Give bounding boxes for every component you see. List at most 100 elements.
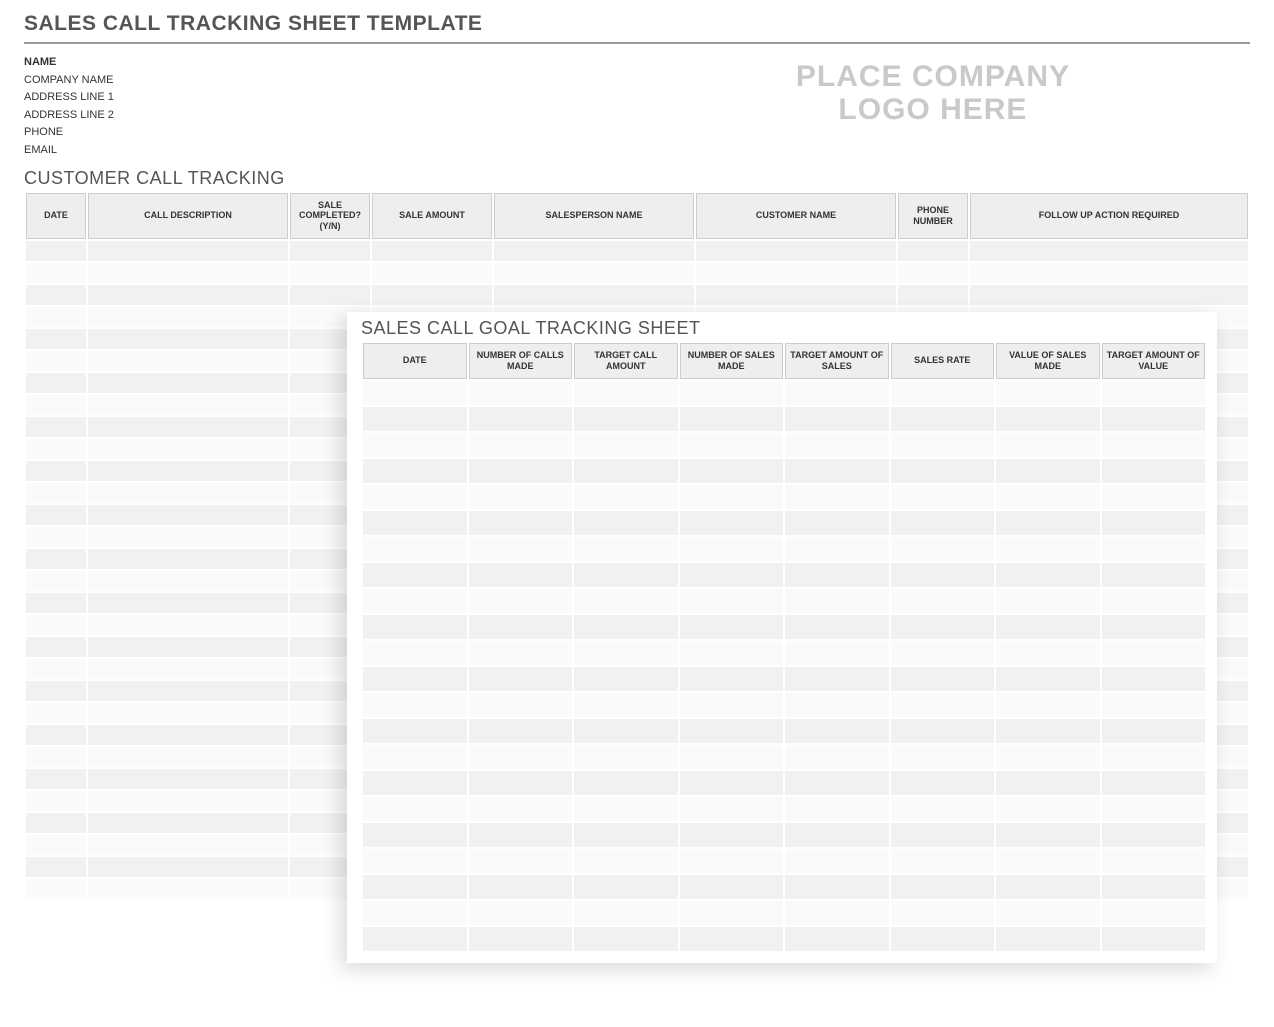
table-cell[interactable] (891, 693, 995, 717)
table-cell[interactable] (996, 693, 1100, 717)
table-cell[interactable] (1102, 589, 1206, 613)
table-cell[interactable] (88, 791, 288, 811)
table-cell[interactable] (88, 549, 288, 569)
table-cell[interactable] (1102, 719, 1206, 743)
table-cell[interactable] (469, 771, 573, 795)
table-cell[interactable] (88, 373, 288, 393)
table-cell[interactable] (785, 563, 889, 587)
table-cell[interactable] (363, 693, 467, 717)
table-cell[interactable] (88, 637, 288, 657)
table-cell[interactable] (1102, 537, 1206, 561)
table-cell[interactable] (785, 849, 889, 873)
table-cell[interactable] (363, 459, 467, 483)
table-cell[interactable] (680, 511, 784, 535)
table-cell[interactable] (26, 571, 86, 591)
table-cell[interactable] (785, 433, 889, 457)
table-cell[interactable] (469, 693, 573, 717)
table-cell[interactable] (469, 537, 573, 561)
table-cell[interactable] (970, 263, 1248, 283)
table-cell[interactable] (574, 771, 678, 795)
table-cell[interactable] (26, 439, 86, 459)
table-cell[interactable] (26, 659, 86, 679)
table-cell[interactable] (469, 745, 573, 769)
table-cell[interactable] (88, 461, 288, 481)
table-cell[interactable] (785, 719, 889, 743)
table-cell[interactable] (785, 693, 889, 717)
table-cell[interactable] (891, 849, 995, 873)
table-cell[interactable] (680, 875, 784, 899)
table-cell[interactable] (469, 381, 573, 405)
table-cell[interactable] (996, 459, 1100, 483)
table-cell[interactable] (1102, 771, 1206, 795)
table-cell[interactable] (363, 407, 467, 431)
table-cell[interactable] (996, 615, 1100, 639)
table-cell[interactable] (1102, 901, 1206, 925)
table-cell[interactable] (785, 875, 889, 899)
table-cell[interactable] (363, 511, 467, 535)
table-cell[interactable] (1102, 797, 1206, 821)
table-cell[interactable] (891, 459, 995, 483)
table-cell[interactable] (469, 641, 573, 665)
table-cell[interactable] (680, 537, 784, 561)
table-cell[interactable] (898, 241, 968, 261)
table-cell[interactable] (363, 927, 467, 951)
table-cell[interactable] (785, 771, 889, 795)
table-cell[interactable] (785, 381, 889, 405)
table-cell[interactable] (469, 433, 573, 457)
table-cell[interactable] (1102, 615, 1206, 639)
table-cell[interactable] (574, 927, 678, 951)
table-cell[interactable] (785, 823, 889, 847)
table-cell[interactable] (680, 797, 784, 821)
table-cell[interactable] (26, 791, 86, 811)
table-cell[interactable] (891, 667, 995, 691)
table-cell[interactable] (996, 511, 1100, 535)
table-cell[interactable] (574, 589, 678, 613)
table-cell[interactable] (996, 563, 1100, 587)
table-cell[interactable] (996, 667, 1100, 691)
table-cell[interactable] (574, 641, 678, 665)
table-cell[interactable] (680, 771, 784, 795)
table-cell[interactable] (680, 745, 784, 769)
table-cell[interactable] (363, 433, 467, 457)
table-cell[interactable] (891, 563, 995, 587)
table-cell[interactable] (680, 823, 784, 847)
table-cell[interactable] (891, 407, 995, 431)
table-cell[interactable] (88, 417, 288, 437)
table-cell[interactable] (680, 719, 784, 743)
table-cell[interactable] (469, 667, 573, 691)
table-cell[interactable] (469, 589, 573, 613)
table-cell[interactable] (1102, 641, 1206, 665)
table-cell[interactable] (469, 407, 573, 431)
table-cell[interactable] (26, 351, 86, 371)
table-cell[interactable] (785, 641, 889, 665)
table-cell[interactable] (785, 485, 889, 509)
table-cell[interactable] (363, 537, 467, 561)
table-cell[interactable] (26, 879, 86, 899)
table-cell[interactable] (88, 879, 288, 899)
table-cell[interactable] (574, 719, 678, 743)
table-cell[interactable] (785, 927, 889, 951)
table-cell[interactable] (26, 505, 86, 525)
table-cell[interactable] (891, 511, 995, 535)
table-cell[interactable] (26, 703, 86, 723)
table-cell[interactable] (574, 849, 678, 873)
table-cell[interactable] (680, 615, 784, 639)
table-cell[interactable] (88, 747, 288, 767)
table-cell[interactable] (88, 241, 288, 261)
table-cell[interactable] (88, 439, 288, 459)
table-cell[interactable] (88, 659, 288, 679)
table-cell[interactable] (898, 285, 968, 305)
table-cell[interactable] (996, 485, 1100, 509)
table-cell[interactable] (574, 745, 678, 769)
table-cell[interactable] (372, 241, 492, 261)
table-cell[interactable] (785, 589, 889, 613)
table-cell[interactable] (26, 615, 86, 635)
table-cell[interactable] (891, 641, 995, 665)
table-cell[interactable] (290, 263, 370, 283)
table-cell[interactable] (680, 693, 784, 717)
table-cell[interactable] (26, 725, 86, 745)
table-cell[interactable] (363, 745, 467, 769)
table-cell[interactable] (1102, 927, 1206, 951)
table-cell[interactable] (88, 263, 288, 283)
table-cell[interactable] (574, 667, 678, 691)
